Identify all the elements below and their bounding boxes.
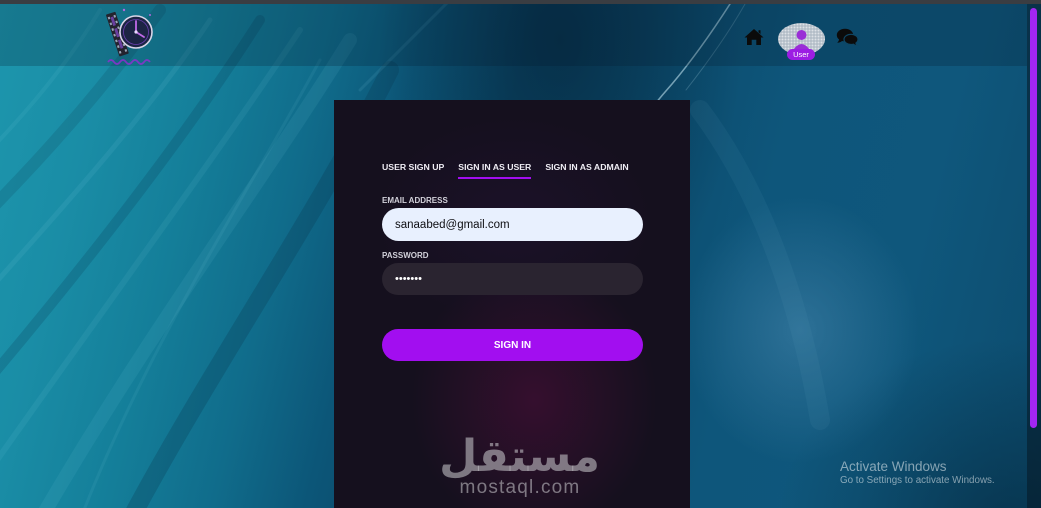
chat-icon <box>836 28 860 47</box>
activate-windows-notice: Activate Windows Go to Settings to activ… <box>840 458 995 487</box>
activate-windows-title: Activate Windows <box>840 459 947 474</box>
watermark: مستقل mostaql.com <box>439 431 600 498</box>
password-label: PASSWORD <box>382 251 429 260</box>
email-field[interactable] <box>382 208 643 241</box>
activate-windows-subtitle: Go to Settings to activate Windows. <box>840 475 995 486</box>
home-button[interactable] <box>744 28 764 46</box>
tab-sign-in-as-user[interactable]: SIGN IN AS USER <box>458 162 532 179</box>
user-badge: User <box>787 49 815 60</box>
logo-icon <box>106 8 153 65</box>
clock-film-logo[interactable] <box>104 6 158 66</box>
watermark-domain: mostaql.com <box>459 477 581 498</box>
sign-in-button[interactable]: SIGN IN <box>382 329 643 361</box>
auth-tabs: USER SIGN UP SIGN IN AS USER SIGN IN AS … <box>382 162 629 179</box>
password-field[interactable] <box>382 263 643 295</box>
email-label: EMAIL ADDRESS <box>382 196 448 205</box>
watermark-arabic: مستقل <box>439 431 600 482</box>
home-icon <box>744 29 764 45</box>
scrollbar-thumb[interactable] <box>1030 8 1037 428</box>
chat-button[interactable] <box>836 28 860 47</box>
tab-user-sign-up[interactable]: USER SIGN UP <box>382 162 444 179</box>
tab-sign-in-as-admin[interactable]: SIGN IN AS ADMAIN <box>545 162 628 179</box>
